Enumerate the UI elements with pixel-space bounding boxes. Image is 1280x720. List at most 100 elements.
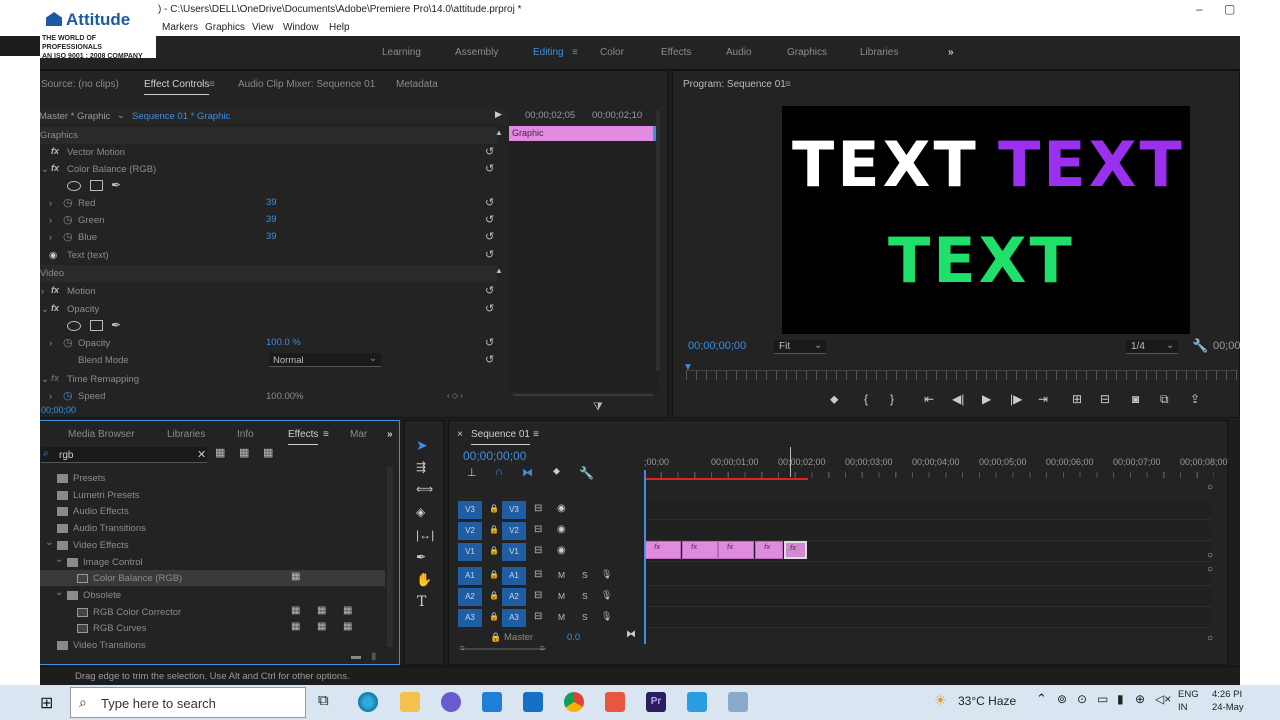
tab-effect-controls[interactable]: Effect Controls	[144, 79, 210, 95]
tab-audio-clip-mixer[interactable]: Audio Clip Mixer: Sequence 01	[238, 79, 375, 90]
add-marker-icon[interactable]: ⬥	[553, 466, 560, 477]
timeline-clip[interactable]: fx	[682, 541, 718, 559]
menu-markers[interactable]: Markers	[162, 22, 198, 33]
compare-icon[interactable]: ⧉	[1160, 392, 1169, 407]
chevron-down-icon[interactable]: ⌄	[55, 554, 63, 565]
reset-icon[interactable]: ↺	[485, 213, 494, 226]
lock-icon[interactable]: 🔒	[489, 504, 499, 513]
workspace-editing[interactable]: Editing	[533, 47, 564, 58]
solo-button[interactable]: S	[582, 591, 588, 601]
selection-tool-icon[interactable]: ➤	[416, 437, 428, 454]
sync-lock-icon[interactable]: ⊟	[534, 611, 542, 622]
type-tool-icon[interactable]: T	[417, 594, 426, 610]
tab-sequence-01[interactable]: Sequence 01	[471, 429, 530, 445]
paint-icon[interactable]	[605, 692, 625, 712]
track-target-button[interactable]: A3	[502, 609, 526, 627]
track-lane[interactable]	[646, 608, 1212, 628]
tray-icon[interactable]: ⊙	[1077, 692, 1087, 706]
stopwatch-icon[interactable]: ◷	[63, 230, 73, 243]
effects-scrollbar[interactable]	[387, 467, 393, 647]
sync-lock-icon[interactable]: ⊟	[534, 590, 542, 601]
mute-button[interactable]: M	[558, 591, 565, 601]
chevron-down-icon[interactable]: ⌄	[45, 537, 53, 548]
lift-icon[interactable]: ⊞	[1072, 392, 1082, 406]
network-icon[interactable]: ⊕	[1135, 692, 1145, 706]
pen-mask-icon[interactable]: ✒	[111, 178, 121, 192]
source-patch-button[interactable]: A3	[458, 609, 482, 627]
workspace-assembly[interactable]: Assembly	[455, 47, 498, 58]
program-timecode[interactable]: 00;00;00;00	[688, 340, 746, 352]
play-icon[interactable]: ▶	[982, 392, 991, 406]
blend-mode-select[interactable]: Normal ⌄	[269, 353, 381, 367]
solo-button[interactable]: S	[582, 612, 588, 622]
nest-icon[interactable]: ⊥	[467, 466, 477, 479]
mail-icon[interactable]	[482, 692, 502, 712]
track-target-button[interactable]: V2	[502, 522, 526, 540]
ripple-edit-tool-icon[interactable]: ⟺	[416, 482, 433, 496]
pen-mask-icon[interactable]: ✒	[111, 318, 121, 332]
timeline-clip[interactable]: fx	[755, 541, 783, 559]
source-patch-button[interactable]: V2	[458, 522, 482, 540]
mark-out-icon[interactable]: }	[890, 392, 894, 406]
graphic-clip-bar[interactable]: Graphic	[509, 126, 655, 141]
ellipse-mask-icon[interactable]	[67, 181, 81, 191]
blue-value[interactable]: 39	[266, 231, 277, 242]
workspace-libraries[interactable]: Libraries	[860, 47, 898, 58]
mute-button[interactable]: M	[558, 570, 565, 580]
timeline-clip[interactable]: fx	[645, 541, 681, 559]
export-frame-icon[interactable]: ⇪	[1190, 392, 1200, 406]
source-patch-button[interactable]: A1	[458, 567, 482, 585]
microphone-icon[interactable]: 🎙	[601, 569, 612, 580]
sync-lock-icon[interactable]: ⊟	[534, 503, 542, 514]
app-icon[interactable]	[728, 692, 748, 712]
reset-icon[interactable]: ↺	[485, 302, 494, 315]
track-lane[interactable]	[646, 566, 1212, 586]
tray-icon[interactable]: ⊚	[1057, 692, 1067, 706]
effects-list-item[interactable]: Video Transitions	[37, 637, 385, 653]
edge-browser-icon[interactable]	[358, 692, 378, 712]
scroll-handle-bottom[interactable]: ○	[1207, 633, 1213, 644]
stopwatch-icon[interactable]: ◷	[63, 336, 73, 349]
track-select-tool-icon[interactable]: ⇶	[416, 460, 426, 474]
language-indicator[interactable]: ENG IN	[1178, 688, 1199, 714]
rectangle-mask-icon[interactable]	[90, 320, 103, 331]
fx-icon[interactable]: fx	[51, 285, 59, 295]
yuv-effects-icon[interactable]: ▦	[263, 446, 273, 459]
eye-icon[interactable]: ◉	[557, 524, 566, 535]
slip-tool-icon[interactable]: |↔|	[416, 528, 434, 542]
effects-list-item[interactable]: Presets	[37, 470, 385, 486]
reset-icon[interactable]: ↺	[485, 162, 494, 175]
wrench-icon[interactable]: 🔧	[1192, 338, 1208, 354]
play-clip-icon[interactable]: ▶	[495, 109, 502, 120]
sync-lock-icon[interactable]: ⊟	[534, 524, 542, 535]
panel-menu-icon[interactable]: ≡	[323, 429, 329, 440]
menu-help[interactable]: Help	[329, 22, 350, 33]
reset-icon[interactable]: ↺	[485, 284, 494, 297]
source-patch-button[interactable]: A2	[458, 588, 482, 606]
scroll-handle-mid2[interactable]: ○	[1207, 564, 1213, 575]
scroll-handle-right[interactable]: ○	[539, 643, 545, 654]
chevron-right-icon[interactable]: ›	[49, 338, 52, 349]
chevron-down-icon[interactable]: ⌄	[117, 110, 125, 121]
chevron-down-icon[interactable]: ⌄	[55, 587, 63, 598]
reset-icon[interactable]: ↺	[485, 248, 494, 261]
lock-icon[interactable]: 🔒	[490, 632, 501, 643]
reset-icon[interactable]: ↺	[485, 196, 494, 209]
track-lane[interactable]	[646, 521, 1212, 541]
store-icon[interactable]	[523, 692, 543, 712]
chevron-down-icon[interactable]: ⌄	[41, 164, 49, 175]
reset-icon[interactable]: ↺	[485, 230, 494, 243]
maximize-button[interactable]: ▢	[1224, 2, 1235, 16]
weather-icon[interactable]: ☀	[934, 692, 947, 709]
go-to-out-icon[interactable]: ⇥	[1038, 392, 1048, 406]
timeline-clip[interactable]: fx	[718, 541, 754, 559]
chevron-right-icon[interactable]: ›	[49, 215, 52, 226]
sequence-clip-label[interactable]: Sequence 01 * Graphic	[132, 111, 230, 122]
workspace-effects[interactable]: Effects	[661, 47, 691, 58]
marker-icon[interactable]: ⬥	[830, 392, 838, 407]
workspace-graphics[interactable]: Graphics	[787, 47, 827, 58]
razor-tool-icon[interactable]: ◈	[416, 505, 425, 519]
timeline-zoom-scrollbar[interactable]	[462, 648, 546, 650]
source-patch-button[interactable]: V3	[458, 501, 482, 519]
reset-icon[interactable]: ↺	[485, 336, 494, 349]
